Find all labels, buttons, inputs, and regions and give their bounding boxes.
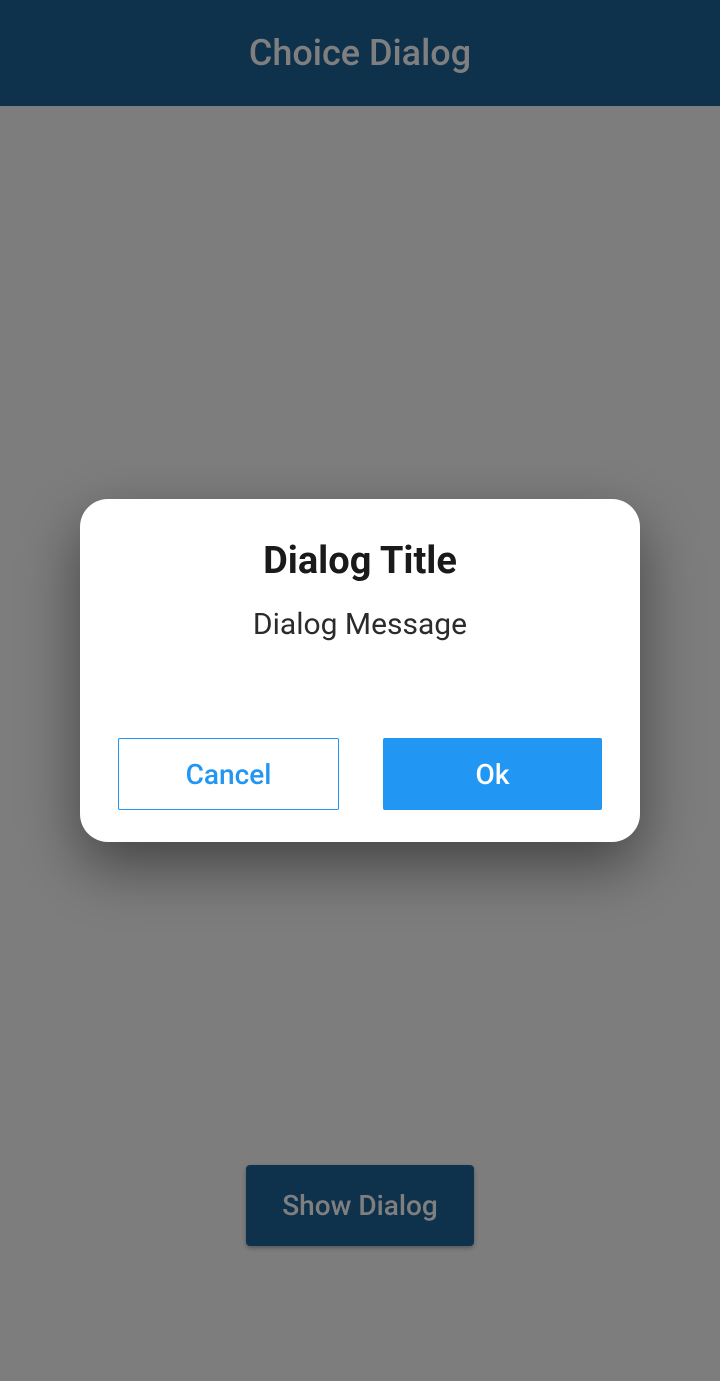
page-root: Choice Dialog Show Dialog Dialog Title D… bbox=[0, 0, 720, 1381]
dialog-scrim[interactable]: Dialog Title Dialog Message Cancel Ok bbox=[0, 0, 720, 1381]
ok-button[interactable]: Ok bbox=[383, 738, 602, 810]
cancel-button[interactable]: Cancel bbox=[118, 738, 339, 810]
dialog-title: Dialog Title bbox=[263, 539, 457, 583]
dialog-message: Dialog Message bbox=[253, 607, 467, 642]
choice-dialog: Dialog Title Dialog Message Cancel Ok bbox=[80, 499, 640, 842]
dialog-actions: Cancel Ok bbox=[118, 738, 602, 810]
